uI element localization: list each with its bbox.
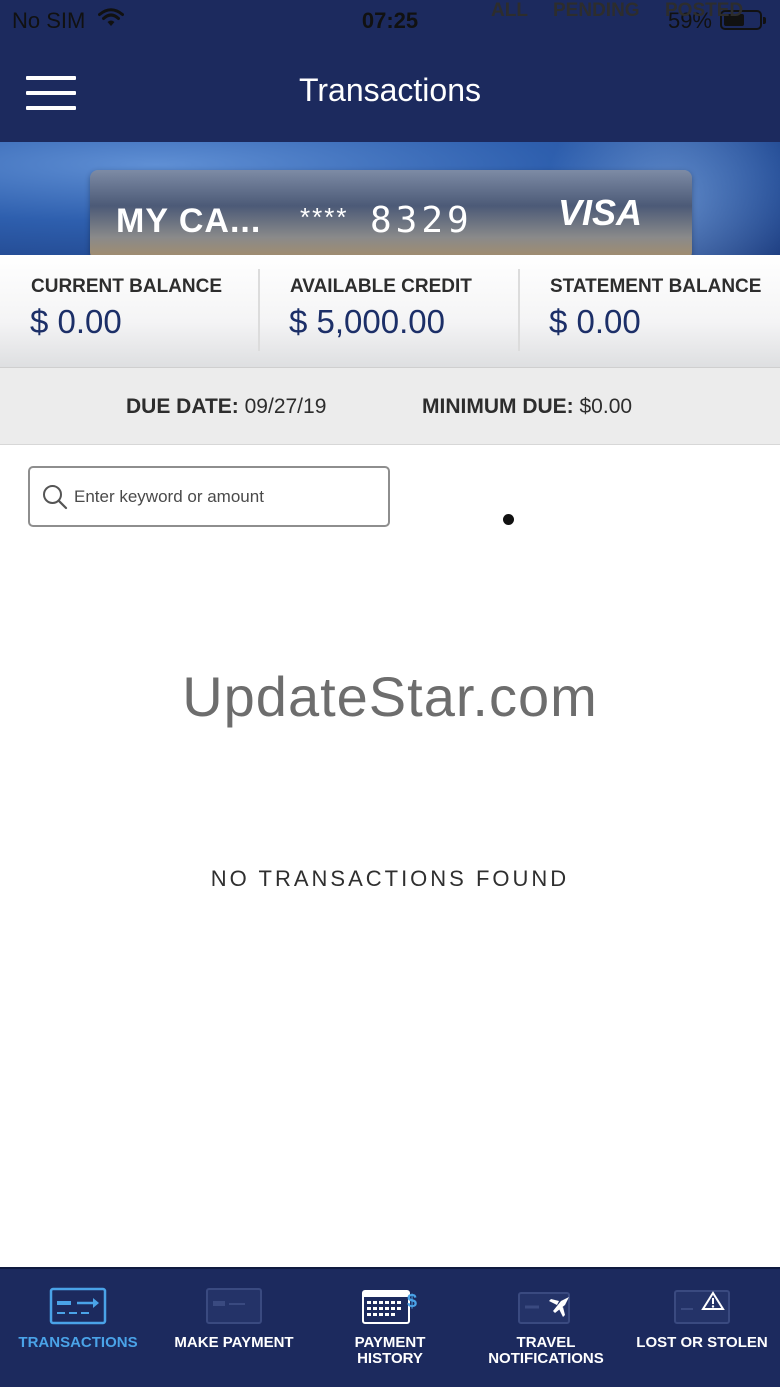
card-last-digits: 8329 <box>370 200 473 241</box>
current-balance: CURRENT BALANCE $ 0.00 <box>0 255 260 368</box>
minimum-due: MINIMUM DUE: $0.00 <box>422 395 632 419</box>
airplane-card-icon <box>468 1287 624 1327</box>
watermark: UpdateStar.com <box>182 665 598 728</box>
tab-make-payment[interactable]: MAKE PAYMENT <box>156 1269 312 1387</box>
available-credit: AVAILABLE CREDIT $ 5,000.00 <box>259 255 519 368</box>
warning-card-icon <box>624 1287 780 1327</box>
search-box[interactable] <box>28 466 390 527</box>
tab-label: LOST OR STOLEN <box>636 1334 768 1351</box>
tab-label: TRAVEL NOTIFICATIONS <box>488 1334 604 1367</box>
filter-pending[interactable]: PENDING <box>553 0 640 22</box>
due-date-value: 09/27/19 <box>244 395 327 418</box>
active-filter-indicator <box>503 514 514 525</box>
page-title: Transactions <box>299 72 481 108</box>
card-masked-digits: **** <box>300 202 349 232</box>
svg-text:$: $ <box>407 1291 417 1311</box>
transactions-card-icon <box>0 1287 156 1327</box>
bottom-tab-bar: TRANSACTIONS MAKE PAYMENT $ PAYMENT HIST… <box>0 1267 780 1387</box>
empty-state-message: NO TRANSACTIONS FOUND <box>210 866 570 891</box>
balance-label: AVAILABLE CREDIT <box>290 276 472 297</box>
tab-transactions[interactable]: TRANSACTIONS <box>0 1269 156 1387</box>
filter-all[interactable]: ALL <box>491 0 528 22</box>
balance-value: $ 0.00 <box>30 303 122 340</box>
balance-value: $ 5,000.00 <box>289 303 445 340</box>
credit-card[interactable]: MY CA... **** 8329 VISA <box>90 170 692 255</box>
visa-logo: VISA <box>557 192 642 233</box>
search-icon <box>42 484 68 515</box>
tab-lost-or-stolen[interactable]: LOST OR STOLEN <box>624 1269 780 1387</box>
card-banner: MY CA... **** 8329 VISA <box>0 142 780 255</box>
tab-label: TRANSACTIONS <box>18 1334 138 1351</box>
due-info-bar: DUE DATE: 09/27/19 MINIMUM DUE: $0.00 <box>0 368 780 445</box>
card-name: MY CA... <box>116 202 262 240</box>
balance-label: STATEMENT BALANCE <box>550 276 762 297</box>
due-date: DUE DATE: 09/27/19 <box>126 395 326 419</box>
clock: 07:25 <box>361 8 419 33</box>
balance-summary: CURRENT BALANCE $ 0.00 AVAILABLE CREDIT … <box>0 255 780 368</box>
tab-travel-notifications[interactable]: TRAVEL NOTIFICATIONS <box>468 1269 624 1387</box>
balance-value: $ 0.00 <box>549 303 641 340</box>
due-date-label: DUE DATE: <box>126 395 239 418</box>
tab-label: MAKE PAYMENT <box>174 1334 294 1351</box>
calendar-dollar-icon: $ <box>312 1287 468 1327</box>
statement-balance: STATEMENT BALANCE $ 0.00 <box>519 255 779 368</box>
minimum-due-value: $0.00 <box>579 395 633 418</box>
filter-posted[interactable]: POSTED <box>665 0 743 22</box>
tab-payment-history[interactable]: $ PAYMENT HISTORY <box>312 1269 468 1387</box>
status-bar: No SIM 07:25 59% <box>0 0 780 42</box>
minimum-due-label: MINIMUM DUE: <box>422 395 574 418</box>
payment-card-icon <box>156 1287 312 1327</box>
app-header: No SIM 07:25 59% Transactions <box>0 0 780 142</box>
search-input[interactable] <box>74 480 379 514</box>
tab-label: PAYMENT HISTORY <box>354 1334 426 1367</box>
balance-label: CURRENT BALANCE <box>31 276 223 297</box>
